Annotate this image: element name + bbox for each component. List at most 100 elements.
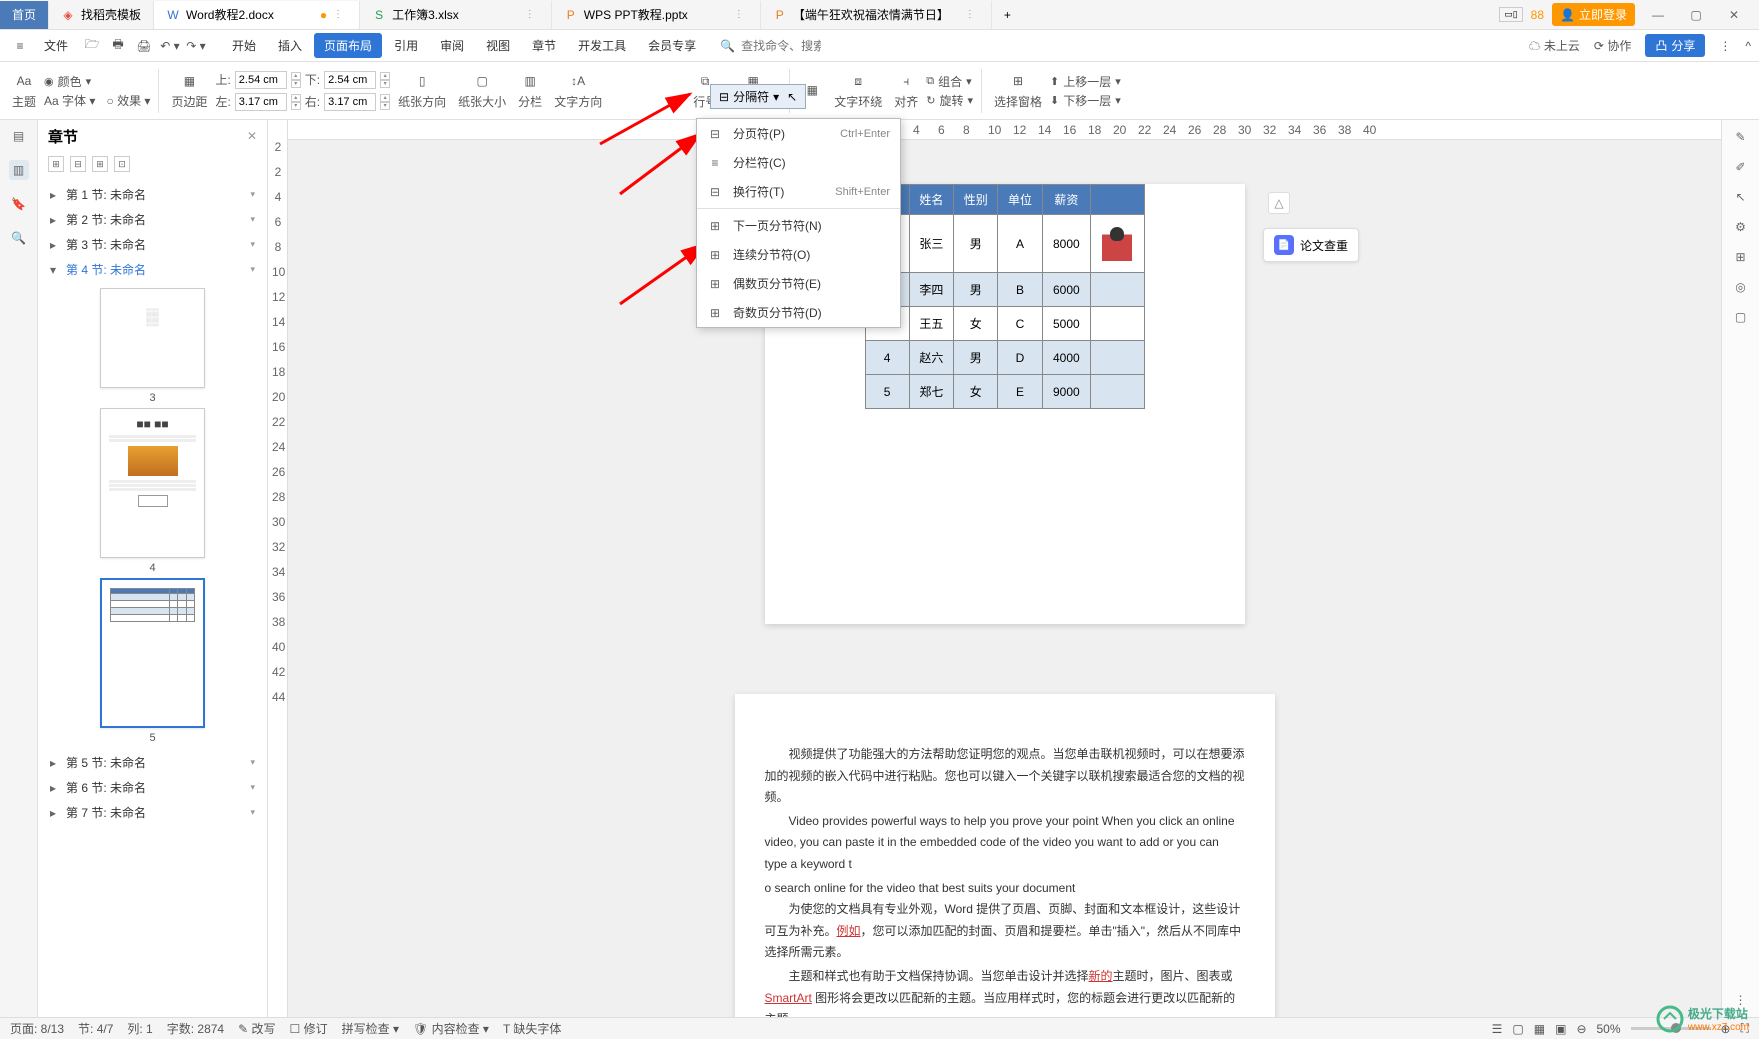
undo-icon[interactable]: ↶ ▾ — [158, 34, 182, 58]
tool-3[interactable]: ⊞ — [92, 156, 108, 172]
wrap-button[interactable]: ⧈文字环绕 — [830, 69, 886, 112]
thumbnail-3[interactable]: ░░░░░░░░░ — [100, 288, 205, 388]
tab-reference[interactable]: 引用 — [384, 33, 428, 58]
thesis-check-button[interactable]: 📄 论文查重 — [1263, 228, 1359, 262]
group-button[interactable]: ⧉ 组合 ▾ — [926, 73, 973, 90]
tab-excel[interactable]: S 工作簿3.xlsx ⋮ — [360, 1, 552, 29]
new-tab[interactable]: + — [992, 1, 1023, 29]
margin-left-input[interactable] — [235, 93, 287, 111]
login-button[interactable]: 👤 立即登录 — [1552, 3, 1635, 26]
tab-word[interactable]: W Word教程2.docx ● ⋮ — [154, 1, 360, 29]
tool-icon[interactable]: ▢ — [1735, 310, 1746, 324]
section-3[interactable]: ▸第 3 节: 未命名▾ — [42, 232, 263, 257]
tab-close[interactable]: ⋮ — [525, 9, 539, 20]
tool-icon[interactable]: ⊞ — [1735, 250, 1745, 264]
view-icon[interactable]: ▦ — [1534, 1022, 1545, 1036]
search-input[interactable] — [741, 39, 821, 53]
tool-2[interactable]: ⊟ — [70, 156, 86, 172]
margin-button[interactable]: ▦页边距 — [167, 69, 211, 112]
tab-ppt2[interactable]: P 【端午狂欢祝福浓情满节日】 ⋮ — [761, 1, 992, 29]
horizontal-ruler[interactable]: 246810121416182022242628303234363840 — [288, 120, 1721, 140]
effect-button[interactable]: ○ 效果 ▾ — [106, 92, 150, 109]
redo-icon[interactable]: ↷ ▾ — [184, 34, 208, 58]
column-break-item[interactable]: ≡分栏符(C) — [697, 148, 900, 177]
chapter-icon[interactable]: ▥ — [9, 160, 29, 180]
open-icon[interactable]: 🗁 — [80, 34, 104, 58]
theme-button[interactable]: Aa主题 — [8, 69, 40, 112]
tab-review[interactable]: 审阅 — [430, 33, 474, 58]
papersize-button[interactable]: ▢纸张大小 — [454, 69, 510, 112]
file-menu[interactable]: 文件 — [34, 33, 78, 58]
tab-close[interactable]: ⋮ — [965, 9, 979, 20]
outline-icon[interactable]: ▤ — [9, 126, 29, 146]
word-count[interactable]: 字数: 2874 — [167, 1020, 224, 1037]
menu-icon[interactable]: ≡ — [8, 34, 32, 58]
section-2[interactable]: ▸第 2 节: 未命名▾ — [42, 207, 263, 232]
more-icon[interactable]: ⋮ — [1719, 39, 1731, 53]
bookmark-icon[interactable]: 🔖 — [9, 194, 29, 214]
view-icon[interactable]: ▢ — [1512, 1022, 1523, 1036]
tab-ppt[interactable]: P WPS PPT教程.pptx ⋮ — [552, 1, 761, 29]
search-icon[interactable]: 🔍 — [720, 39, 735, 53]
section-6[interactable]: ▸第 6 节: 未命名▾ — [42, 775, 263, 800]
tool-1[interactable]: ⊞ — [48, 156, 64, 172]
tab-layout[interactable]: 页面布局 — [314, 33, 382, 58]
page-status[interactable]: 页面: 8/13 — [10, 1020, 64, 1037]
continuous-section-item[interactable]: ⊞连续分节符(O) — [697, 240, 900, 269]
share-button[interactable]: 凸 分享 — [1645, 34, 1705, 57]
odd-section-item[interactable]: ⊞奇数页分节符(D) — [697, 298, 900, 327]
thumbnail-4[interactable]: ■■ ■■ — [100, 408, 205, 558]
missingfont-status[interactable]: T 缺失字体 — [503, 1020, 561, 1037]
cloud-status[interactable]: ☁ 未上云 — [1529, 37, 1580, 54]
next-page-section-item[interactable]: ⊞下一页分节符(N) — [697, 211, 900, 240]
contentcheck-status[interactable]: 🛡 内容检查 ▾ — [413, 1020, 489, 1037]
section-1[interactable]: ▸第 1 节: 未命名▾ — [42, 182, 263, 207]
zoom-out[interactable]: ⊖ — [1576, 1022, 1586, 1036]
spin[interactable]: ▴▾ — [380, 72, 390, 88]
section-4[interactable]: ▾第 4 节: 未命名▾ — [42, 257, 263, 282]
maximize-icon[interactable]: ▢ — [1681, 1, 1711, 29]
align-button[interactable]: ⫞对齐 — [890, 69, 922, 112]
tab-chapter[interactable]: 章节 — [522, 33, 566, 58]
tab-insert[interactable]: 插入 — [268, 33, 312, 58]
section-5[interactable]: ▸第 5 节: 未命名▾ — [42, 750, 263, 775]
tab-template[interactable]: ◈ 找稻壳模板 — [49, 1, 154, 29]
document-canvas[interactable]: 246810121416182022242628303234363840 序号 … — [288, 120, 1721, 1017]
section-7[interactable]: ▸第 7 节: 未命名▾ — [42, 800, 263, 825]
orientation-button[interactable]: ▯纸张方向 — [394, 69, 450, 112]
columns-button[interactable]: ▥分栏 — [514, 69, 546, 112]
page-break-item[interactable]: ⊟分页符(P)Ctrl+Enter — [697, 119, 900, 148]
wrap-break-item[interactable]: ⊟换行符(T)Shift+Enter — [697, 177, 900, 206]
vertical-ruler[interactable]: 2246810121416182022242628303234363840424… — [268, 120, 288, 1017]
collab-button[interactable]: ⟳ 协作 — [1594, 37, 1631, 54]
tab-close[interactable]: ⋮ — [734, 9, 748, 20]
tool-icon[interactable]: ⚙ — [1735, 220, 1746, 234]
panel-close-icon[interactable]: ✕ — [247, 129, 257, 143]
badge-icon[interactable]: 88 — [1531, 8, 1544, 22]
movedown-button[interactable]: ⬇ 下移一层 ▾ — [1050, 92, 1121, 109]
view-icon[interactable]: ☰ — [1492, 1022, 1503, 1036]
rotate-button[interactable]: ↻ 旋转 ▾ — [926, 92, 973, 109]
tab-home[interactable]: 首页 — [0, 1, 49, 29]
print-icon[interactable]: 🖨 — [132, 34, 156, 58]
spin[interactable]: ▴▾ — [291, 72, 301, 88]
tool-icon[interactable]: ◎ — [1735, 280, 1745, 294]
overwrite-status[interactable]: ✎ 改写 — [238, 1020, 275, 1037]
minimize-icon[interactable]: — — [1643, 1, 1673, 29]
color-button[interactable]: ◉ 颜色 ▾ — [44, 73, 150, 90]
even-section-item[interactable]: ⊞偶数页分节符(E) — [697, 269, 900, 298]
view-icon[interactable]: ▣ — [1555, 1022, 1566, 1036]
tab-dev[interactable]: 开发工具 — [568, 33, 636, 58]
margin-right-input[interactable] — [324, 93, 376, 111]
collapse-icon[interactable]: ^ — [1745, 39, 1751, 53]
tool-4[interactable]: ⊡ — [114, 156, 130, 172]
font-button[interactable]: Aa 字体 ▾ — [44, 92, 95, 109]
margin-top-input[interactable] — [235, 71, 287, 89]
tab-close[interactable]: ⋮ — [333, 9, 347, 20]
close-icon[interactable]: ✕ — [1719, 1, 1749, 29]
breaks-button[interactable]: ⊟ 分隔符 ▾ ↖ — [710, 84, 806, 109]
list-icon[interactable]: ▭▯ — [1499, 7, 1522, 22]
margin-bottom-input[interactable] — [324, 71, 376, 89]
spellcheck-status[interactable]: 拼写检查 ▾ — [342, 1020, 399, 1037]
collapse-toggle[interactable]: △ — [1268, 192, 1290, 214]
